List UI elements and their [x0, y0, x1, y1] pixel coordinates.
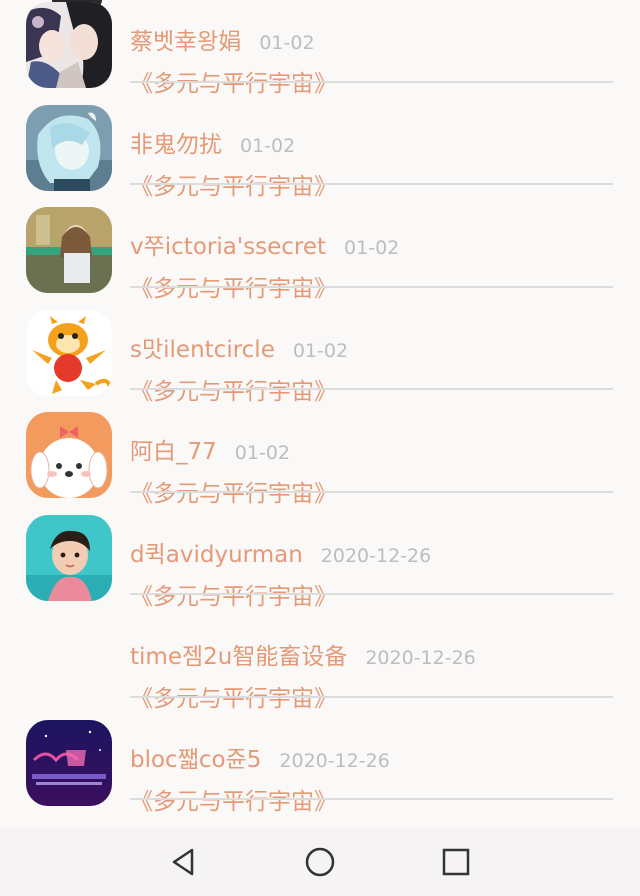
list-item[interactable]: time젬2u智能畜设备 2020-12-26 《多元与平行宇宙》 — [0, 595, 640, 712]
avatar[interactable] — [26, 514, 112, 601]
message-date: 01-02 — [240, 134, 296, 157]
contact-name: bloc쨃co쥰5 — [130, 746, 262, 773]
avatar[interactable] — [26, 2, 112, 88]
message-date: 01-02 — [292, 339, 349, 362]
list-item[interactable]: 非鬼勿扰 01-02 《多元与平行宇宙》 — [0, 83, 640, 200]
contact-name: time젬2u智能畜设备 — [130, 644, 348, 670]
list-item[interactable]: v쭈ictoria'ssecret 01-02 《多元与平行宇宙》 — [0, 185, 640, 302]
back-button[interactable] — [166, 844, 202, 880]
back-triangle-icon — [172, 848, 194, 876]
message-date: 2020-12-26 — [279, 749, 390, 772]
chat-list: 蔡벳幸왕娟 01-02 《多元与平行宇宙》 非鬼勿扰 01-02 《多元与平行宇… — [0, 0, 640, 815]
home-circle-icon — [305, 847, 335, 877]
list-item[interactable]: s맛ilentcircle 01-02 《多元与平行宇宙》 — [0, 288, 640, 405]
list-item[interactable]: 蔡벳幸왕娟 01-02 《多元与平行宇宙》 — [0, 0, 640, 97]
child-photo-avatar-icon — [26, 514, 112, 601]
recents-square-icon — [442, 848, 470, 876]
avatar[interactable] — [26, 719, 112, 806]
divider — [130, 798, 613, 800]
avatar[interactable] — [26, 104, 112, 191]
contact-name: v쭈ictoria'ssecret — [130, 234, 327, 260]
home-button[interactable] — [302, 844, 338, 880]
message-date: 01-02 — [234, 442, 290, 464]
contact-name: s맛ilentcircle — [130, 336, 275, 363]
message-date: 01-02 — [259, 32, 315, 54]
recents-button[interactable] — [438, 844, 474, 880]
tiger-cartoon-avatar-icon — [26, 309, 112, 396]
avatar[interactable] — [26, 412, 112, 498]
contact-name: 非鬼勿扰 — [130, 131, 222, 158]
message-date: 2020-12-26 — [365, 647, 476, 669]
list-item[interactable]: 阿白_77 01-02 《多元与平行宇宙》 — [0, 390, 640, 507]
anime-couple-avatar-icon — [26, 2, 112, 88]
contact-name: d퀵avidyurman — [130, 541, 303, 568]
contact-name: 蔡벳幸왕娟 — [130, 29, 242, 55]
list-item[interactable]: bloc쨃co쥰5 2020-12-26 《多元与平行宇宙》 — [0, 698, 640, 815]
happiness-banner-avatar-icon — [26, 719, 112, 806]
avatar[interactable] — [26, 207, 112, 293]
blue-hair-girl-avatar-icon — [26, 104, 112, 191]
contact-name: 阿白_77 — [130, 439, 217, 465]
avatar[interactable] — [26, 309, 112, 396]
system-nav-bar — [0, 828, 640, 896]
list-item[interactable]: d퀵avidyurman 2020-12-26 《多元与平行宇宙》 — [0, 493, 640, 610]
photo-girl-avatar-icon — [26, 207, 112, 293]
message-date: 2020-12-26 — [320, 544, 432, 567]
message-date: 01-02 — [344, 237, 400, 259]
puppy-cartoon-avatar-icon — [26, 412, 112, 498]
